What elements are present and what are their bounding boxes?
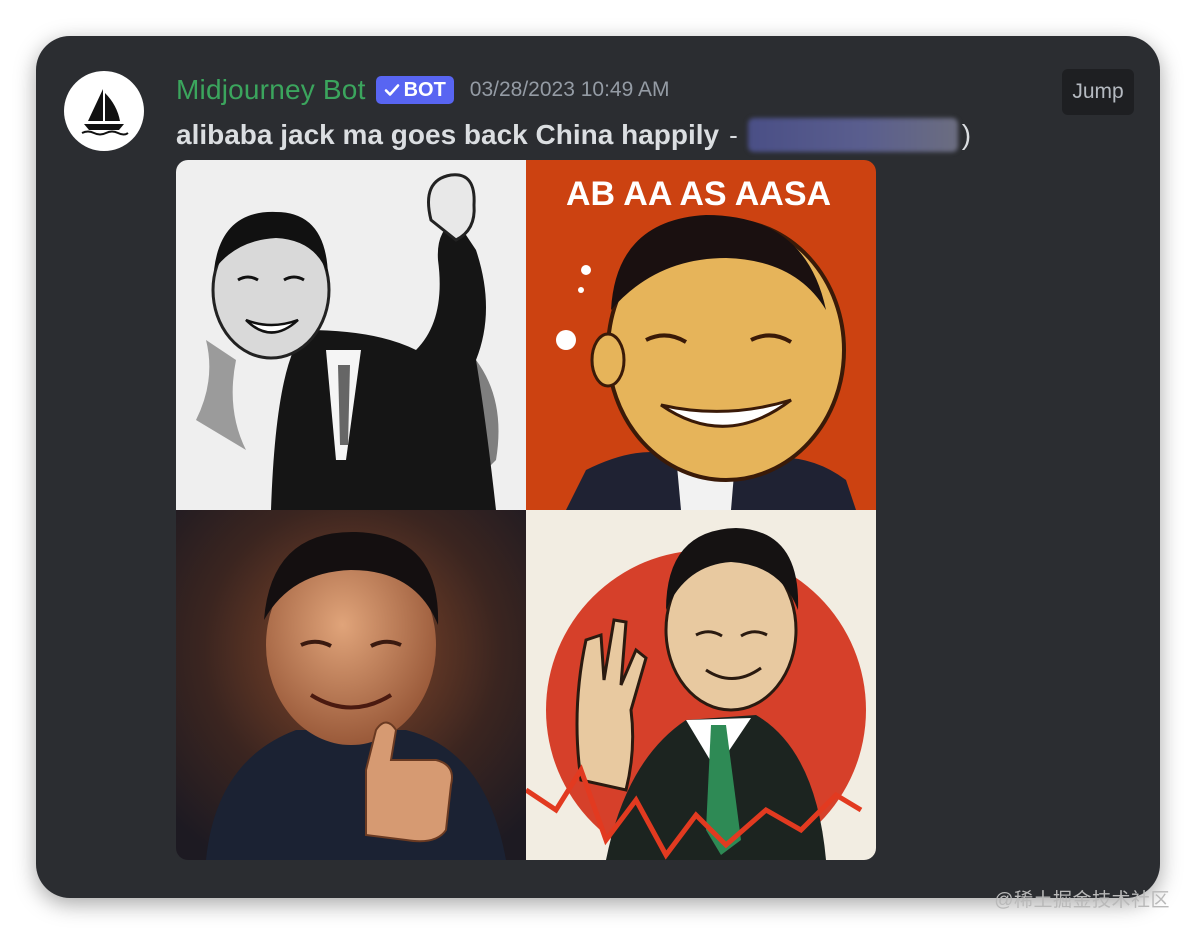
jump-button[interactable]: Jump bbox=[1062, 69, 1134, 115]
user-mention-blurred[interactable] bbox=[747, 118, 958, 152]
message-timestamp[interactable]: 03/28/2023 10:49 AM bbox=[470, 78, 670, 102]
closing-paren: ) bbox=[961, 119, 972, 150]
bot-avatar[interactable] bbox=[64, 71, 144, 151]
checkmark-icon bbox=[384, 84, 399, 96]
message-content: alibaba jack ma goes back China happily … bbox=[176, 114, 971, 156]
image-portrait-thumbs-up[interactable] bbox=[176, 510, 526, 860]
image-sketch-fist-raised[interactable] bbox=[176, 160, 526, 510]
author-name[interactable]: Midjourney Bot bbox=[176, 74, 366, 106]
message-card: Midjourney Bot BOT 03/28/2023 10:49 AM J… bbox=[36, 36, 1160, 898]
message-header: Midjourney Bot BOT 03/28/2023 10:49 AM bbox=[176, 70, 669, 110]
bot-badge: BOT bbox=[375, 76, 454, 104]
image-grid[interactable]: AB AA AS AASA bbox=[176, 160, 876, 860]
sailboat-icon bbox=[81, 89, 129, 136]
image-cartoon-red[interactable]: AB AA AS AASA bbox=[526, 160, 876, 510]
bot-badge-label: BOT bbox=[403, 78, 446, 101]
separator-dash: - bbox=[729, 119, 738, 150]
prompt-text: alibaba jack ma goes back China happily bbox=[176, 119, 720, 150]
image-illustration-red-sun[interactable] bbox=[526, 510, 876, 860]
cartoon-caption-text: AB AA AS AASA bbox=[566, 175, 831, 213]
watermark: @稀土掘金技术社区 bbox=[994, 890, 1170, 911]
